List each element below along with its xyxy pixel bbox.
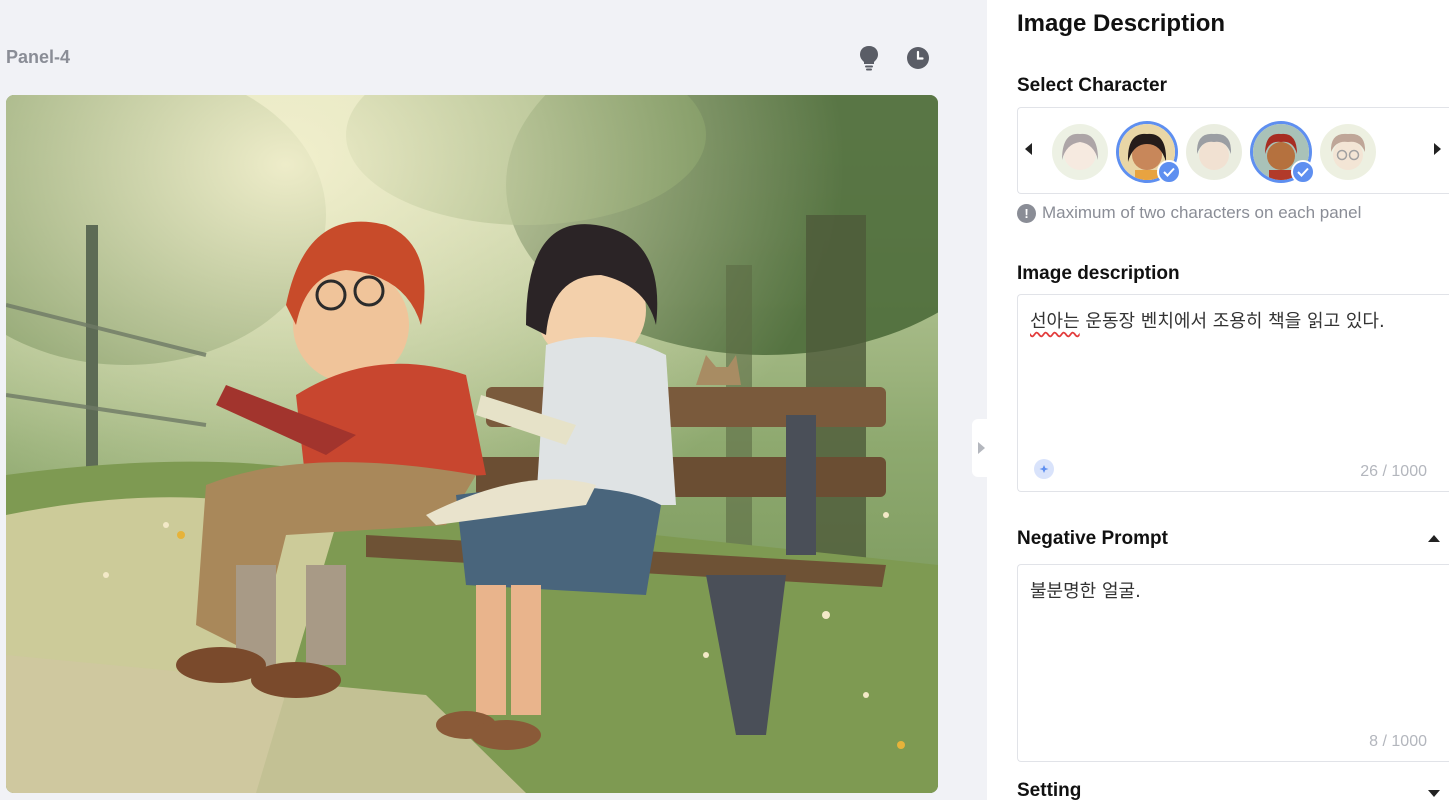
- panel-title: Panel-4: [6, 47, 71, 67]
- image-description-rest: 운동장 벤치에서 조용히 책을 읽고 있다.: [1079, 311, 1385, 332]
- spellcheck-word: 선아는: [1030, 311, 1080, 332]
- carousel-prev-icon[interactable]: [1024, 142, 1034, 161]
- ai-assist-icon[interactable]: [1034, 459, 1054, 479]
- image-description-counter: 26 / 1000: [1360, 463, 1427, 480]
- character-avatar-3[interactable]: [1186, 124, 1242, 180]
- image-description-label: Image description: [1017, 263, 1180, 284]
- selected-check-icon: [1291, 160, 1315, 184]
- collapse-caret-up-icon[interactable]: [1427, 530, 1445, 548]
- character-avatar-2[interactable]: [1119, 124, 1181, 184]
- caret-right-icon: [977, 442, 985, 454]
- character-avatar-1[interactable]: [1052, 124, 1108, 180]
- negative-prompt-label: Negative Prompt: [1017, 528, 1168, 549]
- image-description-textarea[interactable]: 선아는 운동장 벤치에서 조용히 책을 읽고 있다. 26 / 1000: [1017, 294, 1449, 492]
- selected-check-icon: [1157, 160, 1181, 184]
- image-description-value[interactable]: 선아는 운동장 벤치에서 조용히 책을 읽고 있다.: [1030, 307, 1385, 333]
- generated-illustration: [6, 95, 938, 793]
- character-limit-note: ! Maximum of two characters on each pane…: [1017, 203, 1361, 223]
- image-description-sidebar: Image Description Select Character ! Max…: [987, 0, 1449, 800]
- panel-image[interactable]: [6, 95, 938, 793]
- setting-label[interactable]: Setting: [1017, 780, 1081, 800]
- sidebar-title: Image Description: [1017, 10, 1226, 37]
- character-avatar-4[interactable]: [1253, 124, 1315, 184]
- negative-prompt-textarea[interactable]: 불분명한 얼굴. 8 / 1000: [1017, 564, 1449, 762]
- character-avatar-5[interactable]: [1320, 124, 1376, 180]
- character-limit-text: Maximum of two characters on each panel: [1042, 203, 1362, 222]
- history-clock-icon[interactable]: [904, 44, 932, 72]
- lightbulb-icon[interactable]: [855, 44, 883, 72]
- expand-caret-down-icon[interactable]: [1427, 786, 1445, 800]
- panel-preview-area: Panel-4: [0, 0, 989, 800]
- exclamation-icon: !: [1017, 203, 1036, 223]
- negative-prompt-counter: 8 / 1000: [1369, 733, 1427, 750]
- negative-prompt-value[interactable]: 불분명한 얼굴.: [1030, 577, 1141, 603]
- select-character-label: Select Character: [1017, 75, 1167, 96]
- character-carousel: [1017, 107, 1449, 194]
- carousel-next-icon[interactable]: [1432, 142, 1442, 161]
